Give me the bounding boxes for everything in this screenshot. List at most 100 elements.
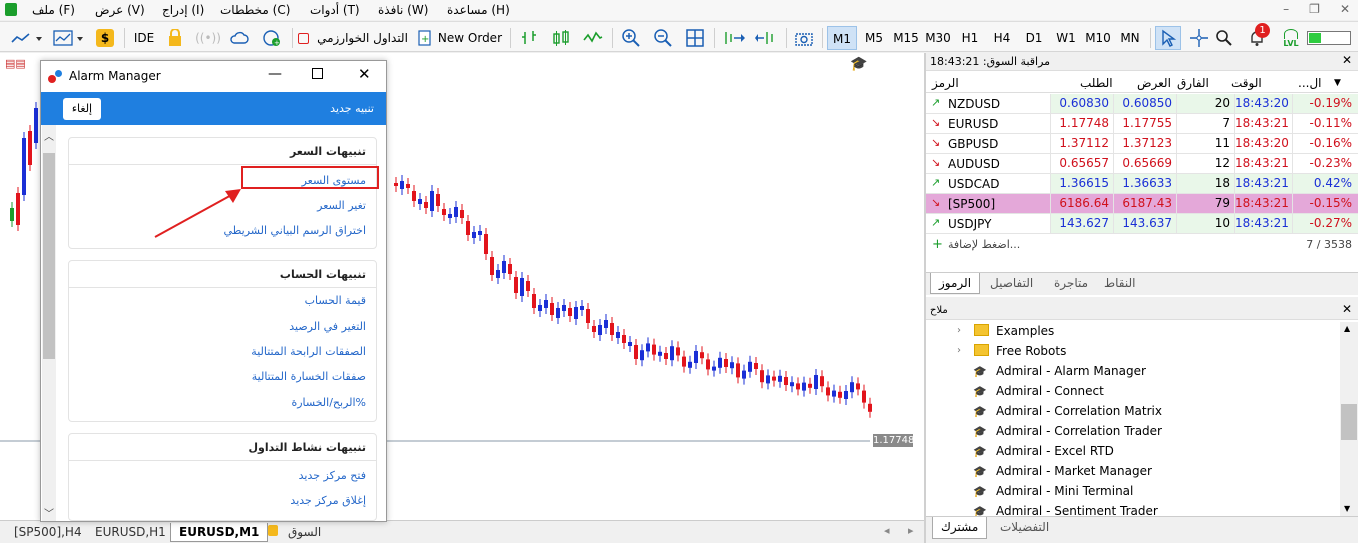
tab-common[interactable]: مشترك: [932, 517, 988, 539]
chart-shift-icon[interactable]: [753, 26, 779, 50]
chart-tab-sp500[interactable]: [SP500],H4: [6, 523, 90, 542]
expand-examples-icon[interactable]: ›: [957, 325, 961, 336]
menu-charts[interactable]: مخططات (C): [220, 3, 290, 17]
new-order-button[interactable]: + New Order: [418, 26, 502, 50]
close-icon[interactable]: ✕: [358, 65, 371, 83]
chart-menu-icon[interactable]: ▤▤: [5, 57, 26, 70]
line-chart-icon[interactable]: [581, 26, 605, 50]
close-icon[interactable]: ✕: [1342, 302, 1352, 316]
timeframe-m30[interactable]: M30: [923, 26, 953, 50]
trade-history-icon[interactable]: [517, 26, 541, 50]
connection-status[interactable]: [1306, 26, 1352, 50]
navigator-item[interactable]: Admiral - Connect: [996, 384, 1104, 398]
navigator-item[interactable]: Admiral - Correlation Trader: [996, 424, 1162, 438]
col-ask[interactable]: العرض: [1137, 76, 1171, 90]
add-symbol-row[interactable]: + اضغط لإضافة... 7 / 3538: [926, 235, 1358, 255]
col-bid[interactable]: الطلب: [1080, 76, 1113, 90]
timeframe-mn[interactable]: MN: [1115, 26, 1145, 50]
market-watch-row[interactable]: ↘ AUDUSD 0.65657 0.65669 12 18:43:21 -0.23%: [926, 154, 1358, 174]
algo-trading-button[interactable]: التداول الخوارزمي: [298, 26, 408, 50]
open-position-link[interactable]: فتح مركز جديد: [299, 469, 366, 482]
consecutive-losses-link[interactable]: صفقات الخسارة المتتالية: [252, 370, 366, 383]
menu-tools[interactable]: أدوات (T): [310, 3, 360, 17]
chart-tab-eurusd-m1[interactable]: EURUSD,M1: [170, 523, 269, 542]
col-change[interactable]: ...ال: [1298, 76, 1322, 90]
cancel-button[interactable]: إلغاء: [63, 98, 101, 120]
scrollbar-thumb[interactable]: [1341, 404, 1357, 440]
maximize-icon[interactable]: [312, 68, 323, 79]
level-icon[interactable]: LVL: [1280, 26, 1302, 50]
timeframe-m15[interactable]: M15: [891, 26, 921, 50]
menu-insert[interactable]: إدراج (I): [162, 3, 204, 17]
scroll-down-icon[interactable]: ﹀: [44, 505, 54, 520]
market-watch-row[interactable]: ↗ NZDUSD 0.60830 0.60850 20 18:43:20 -0.19%: [926, 94, 1358, 114]
autoscroll-icon[interactable]: [721, 26, 747, 50]
cursor-icon[interactable]: [1155, 26, 1181, 50]
screenshot-icon[interactable]: [792, 26, 816, 50]
market-watch-row[interactable]: ↘ GBPUSD 1.37112 1.37123 11 18:43:20 -0.16%: [926, 134, 1358, 154]
market-watch-row[interactable]: ↘ EURUSD 1.17748 1.17755 7 18:43:21 -0.11%: [926, 114, 1358, 134]
scroll-right-icon[interactable]: ▸: [908, 524, 914, 537]
folder-examples[interactable]: Examples: [996, 324, 1054, 338]
cloud-icon[interactable]: [228, 26, 250, 50]
market-watch-row[interactable]: ↗ USDCAD 1.36615 1.36633 18 18:43:21 0.42%: [926, 174, 1358, 194]
balance-change-link[interactable]: التغير في الرصيد: [289, 320, 366, 333]
scroll-up-icon[interactable]: ▲: [1344, 324, 1350, 333]
navigator-item[interactable]: Admiral - Market Manager: [996, 464, 1152, 478]
minimize-icon[interactable]: –: [1283, 2, 1309, 16]
timeframe-d1[interactable]: D1: [1019, 26, 1049, 50]
scroll-up-icon[interactable]: ︿: [44, 128, 54, 143]
notifications-icon[interactable]: 1: [1243, 23, 1271, 50]
scrollbar-thumb[interactable]: [43, 153, 55, 359]
minimize-icon[interactable]: —: [268, 66, 282, 82]
indicators-icon[interactable]: [50, 26, 88, 50]
scroll-down-icon[interactable]: ▼: [1344, 504, 1350, 513]
folder-free-robots[interactable]: Free Robots: [996, 344, 1066, 358]
menu-file[interactable]: ملف (F): [32, 3, 75, 17]
graduation-cap-icon[interactable]: 🎓: [850, 56, 867, 72]
zoom-in-icon[interactable]: [619, 26, 643, 50]
navigator-item[interactable]: Admiral - Excel RTD: [996, 444, 1114, 458]
navigator-item[interactable]: Admiral - Mini Terminal: [996, 484, 1133, 498]
menu-window[interactable]: نافذة (W): [378, 3, 428, 17]
alarm-scrollbar[interactable]: ︿ ﹀: [42, 125, 56, 521]
chart-tab-eurusd-h1[interactable]: EURUSD,H1: [87, 523, 174, 542]
menu-view[interactable]: عرض (V): [95, 3, 145, 17]
close-icon[interactable]: ✕: [1342, 53, 1352, 67]
candles-icon[interactable]: [549, 26, 573, 50]
timeframe-w1[interactable]: W1: [1051, 26, 1081, 50]
scroll-left-icon[interactable]: ◂: [884, 524, 890, 537]
col-spread[interactable]: الفارق: [1177, 76, 1209, 90]
sort-icon[interactable]: ▼: [1334, 78, 1341, 88]
price-change-link[interactable]: تغير السعر: [317, 199, 366, 212]
market-icon[interactable]: $: [95, 26, 115, 50]
ide-button[interactable]: IDE: [131, 26, 157, 50]
navigator-item[interactable]: Admiral - Correlation Matrix: [996, 404, 1162, 418]
signals-icon[interactable]: [165, 26, 185, 50]
navigator-scrollbar[interactable]: ▲ ▼: [1340, 322, 1358, 516]
expand-free-robots-icon[interactable]: ›: [957, 345, 961, 356]
profit-loss-percent-link[interactable]: الربح/الخسارة%: [291, 396, 366, 409]
tab-trading[interactable]: متاجرة: [1054, 276, 1088, 290]
radio-icon[interactable]: ((•)): [195, 26, 221, 50]
timeframe-h4[interactable]: H4: [987, 26, 1017, 50]
tile-windows-icon[interactable]: [683, 26, 707, 50]
col-time[interactable]: الوقت: [1231, 76, 1262, 90]
timeframe-m5[interactable]: M5: [859, 26, 889, 50]
chart-type-icon[interactable]: [8, 26, 46, 50]
vps-icon[interactable]: +: [261, 26, 283, 50]
tab-favorites[interactable]: التفضيلات: [1000, 520, 1049, 534]
market-watch-row[interactable]: ↗ USDJPY 143.627 143.637 10 18:43:21 -0.27%: [926, 214, 1358, 234]
tab-ticks[interactable]: النقاط: [1104, 276, 1135, 290]
consecutive-wins-link[interactable]: الصفقات الرابحة المتتالية: [251, 345, 366, 358]
menu-help[interactable]: مساعدة (H): [447, 3, 510, 17]
close-position-link[interactable]: إغلاق مركز جديد: [290, 494, 366, 507]
tab-symbols[interactable]: الرموز: [930, 273, 981, 294]
search-icon[interactable]: [1213, 26, 1235, 50]
market-watch-row[interactable]: ↘ [SP500] 6186.64 6187.43 79 18:43:21 -0.15%: [926, 194, 1358, 214]
close-icon[interactable]: ✕: [1340, 2, 1350, 16]
navigator-item[interactable]: Admiral - Alarm Manager: [996, 364, 1146, 378]
market-tab[interactable]: السوق: [280, 523, 329, 542]
tab-details[interactable]: التفاصيل: [990, 276, 1033, 290]
crosshair-icon[interactable]: [1187, 26, 1211, 50]
